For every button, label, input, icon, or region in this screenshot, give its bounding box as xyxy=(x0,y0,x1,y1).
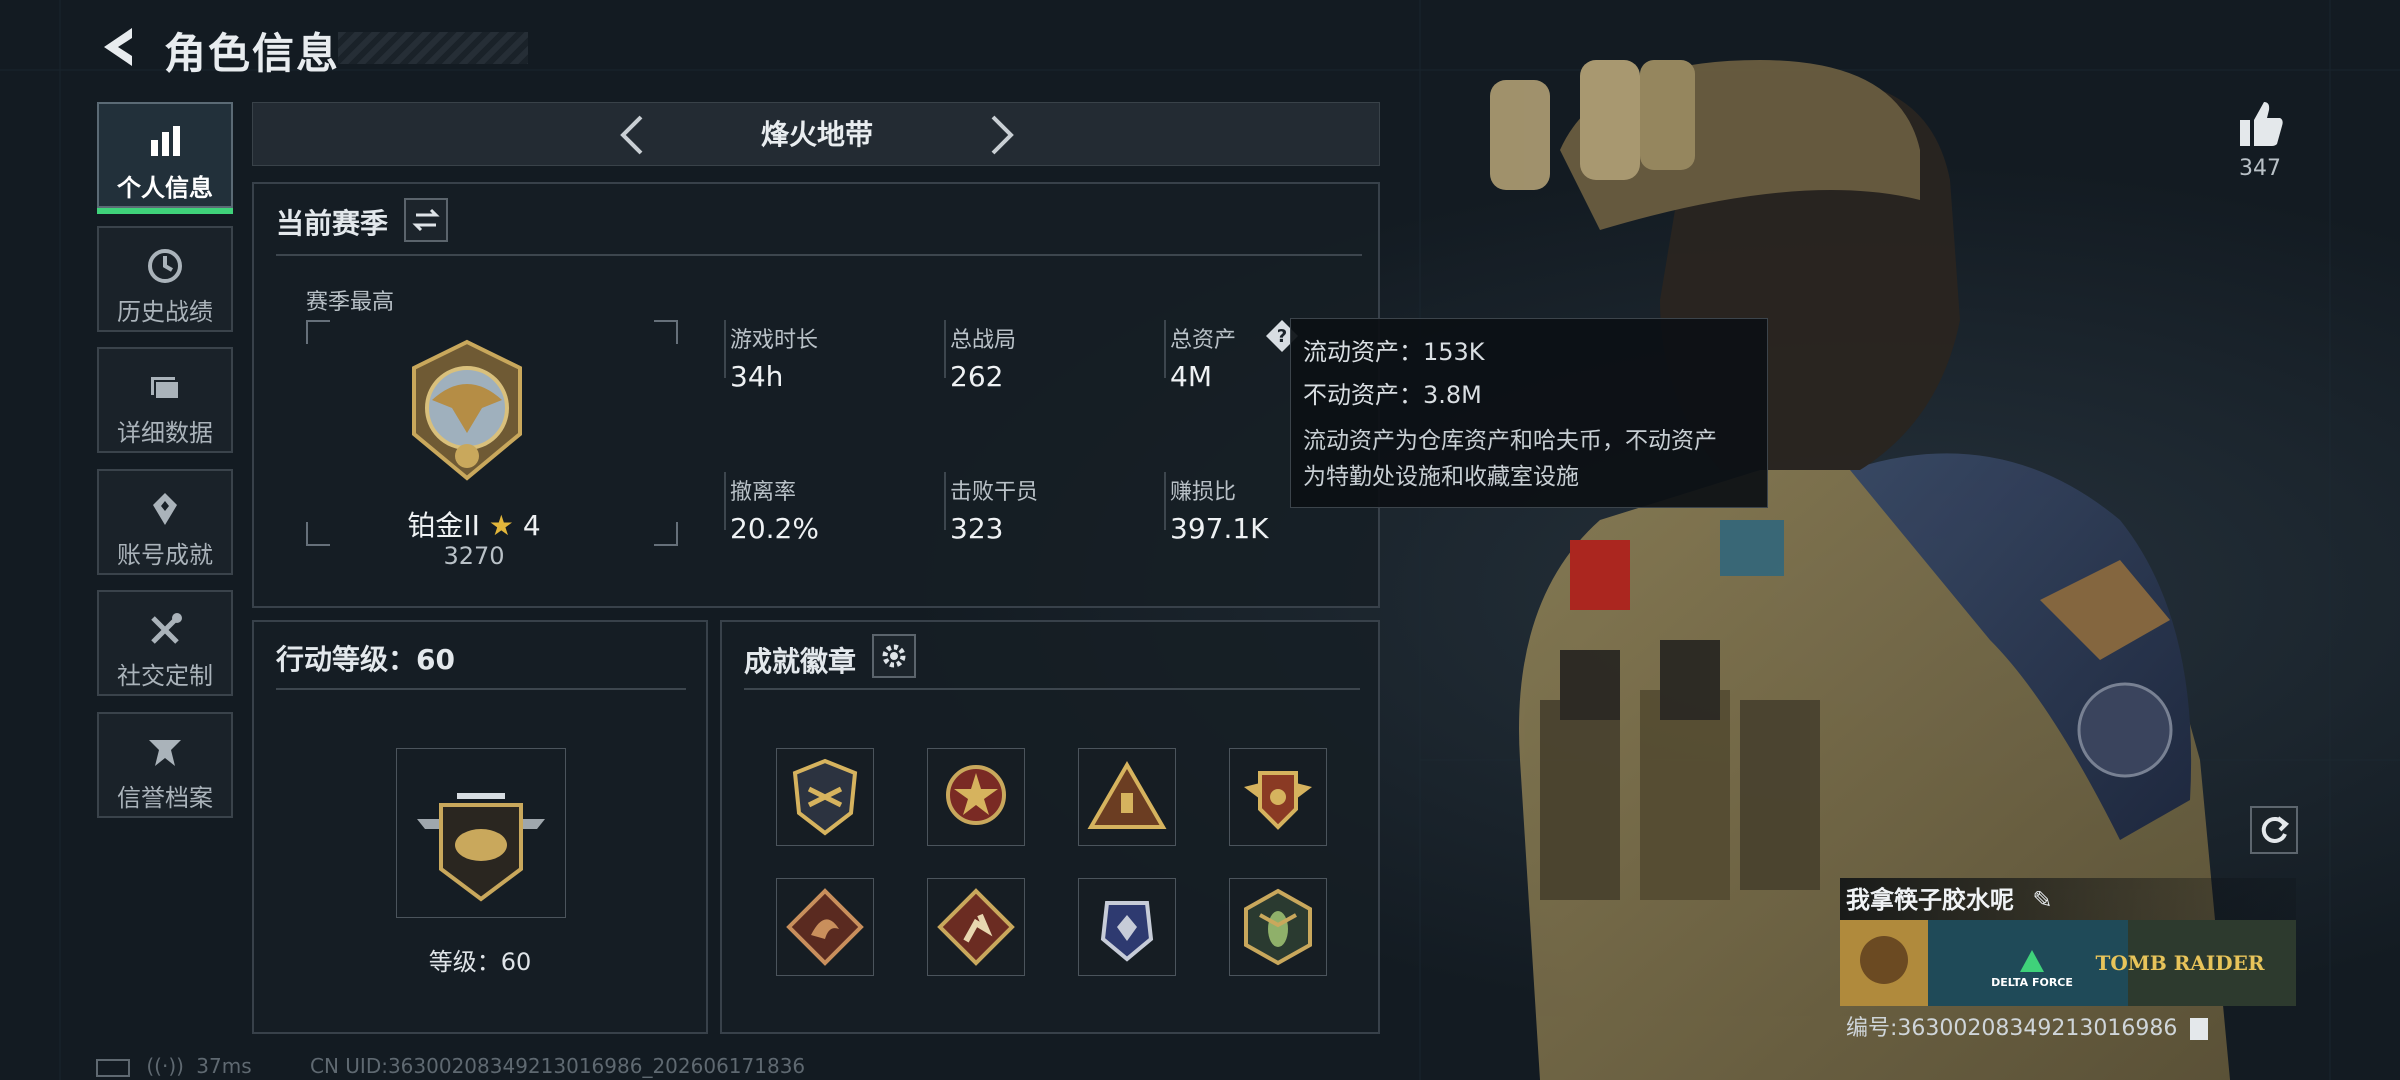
like-count: 347 xyxy=(2239,156,2281,181)
achievement-badge[interactable] xyxy=(927,748,1025,846)
stat-total-assets-value: 4M xyxy=(1170,360,1212,393)
season-best-label: 赛季最高 xyxy=(306,290,395,315)
achievement-title: 成就徽章 xyxy=(744,645,857,678)
sidebar-item-label: 账号成就 xyxy=(117,541,213,569)
mode-name: 烽火地带 xyxy=(760,118,873,151)
winged-shield-badge-icon xyxy=(1244,771,1312,830)
rank-points: 3270 xyxy=(443,542,505,570)
rank-emblem-icon xyxy=(412,339,522,481)
page-title: 角色信息 xyxy=(164,29,341,78)
stat-play-time-value: 34h xyxy=(730,360,784,393)
season-title: 当前赛季 xyxy=(276,207,389,240)
sidebar-item-label: 社交定制 xyxy=(117,662,213,690)
stat-profit-ratio-value: 397.1K xyxy=(1170,512,1269,545)
stat-total-matches-label: 总战局 xyxy=(950,328,1017,353)
season-panel: 当前赛季 赛季最高 铂金II ★ 4 3270 游戏时长 34h 总战局 262… xyxy=(252,182,1380,608)
achievement-panel: 成就徽章 xyxy=(720,620,1380,1034)
ping-text: 37ms xyxy=(196,1054,252,1078)
sidebar-item-achievements[interactable]: 账号成就 xyxy=(97,469,233,575)
rank-stars: 4 xyxy=(522,509,541,542)
rank-name-row: 铂金II ★ 4 xyxy=(354,504,594,544)
player-id-row: 编号:3630020834921301698​6 xyxy=(1846,1010,2209,1042)
sidebar-item-label: 历史战绩 xyxy=(117,298,213,326)
star-icon: ★ xyxy=(488,509,514,542)
profile-banner[interactable]: DELTA FORCE TOMB RAIDER xyxy=(1840,920,2296,1006)
stat-profit-ratio-label: 赚损比 xyxy=(1170,480,1237,505)
tooltip-description-1: 流动资产为仓库资产和哈夫币，不动资产 xyxy=(1303,428,1717,454)
crest-badge-icon xyxy=(1100,901,1154,962)
achievement-icon xyxy=(153,493,177,525)
mode-selector: 烽火地带 xyxy=(252,102,1380,166)
banner-text-delta: DELTA FORCE xyxy=(1991,976,2073,989)
tooltip-fixed-assets: 不动资产：3.8M xyxy=(1303,381,1482,409)
sidebar-item-label: 信誉档案 xyxy=(117,784,213,812)
stat-total-assets-label: 总资产 xyxy=(1170,328,1237,353)
tooltip-description-2: 为特勤处设施和收藏室设施 xyxy=(1303,464,1579,490)
sidebar-item-label: 个人信息 xyxy=(117,174,213,202)
achievement-badge[interactable] xyxy=(1078,878,1176,976)
player-name: 我拿筷子胶水呢 xyxy=(1846,886,2014,914)
achievement-badge[interactable] xyxy=(927,878,1025,976)
stat-kills-label: 击败干员 xyxy=(950,480,1039,505)
chevron-right-icon[interactable] xyxy=(981,113,1021,157)
level-text: 等级：60 xyxy=(428,948,532,976)
achievement-settings-button[interactable] xyxy=(872,634,916,678)
battery-icon xyxy=(96,1058,130,1077)
sidebar-item-history[interactable]: 历史战绩 xyxy=(97,226,233,332)
achievement-badge[interactable] xyxy=(1078,748,1176,846)
helicopter-emblem-icon xyxy=(417,793,545,902)
achievement-badge[interactable] xyxy=(1229,878,1327,976)
dragon-badge-icon xyxy=(786,888,864,966)
banner-image: DELTA FORCE TOMB RAIDER xyxy=(1840,920,2296,1006)
stat-kills-value: 323 xyxy=(950,512,1004,545)
uid-text: CN UID:36300208349213016986_202606171836 xyxy=(310,1054,806,1078)
stat-extract-rate-label: 撤离率 xyxy=(730,480,797,505)
achievement-badge[interactable] xyxy=(776,748,874,846)
stat-total-matches-value: 262 xyxy=(950,360,1004,393)
history-clock-icon xyxy=(148,249,182,283)
copy-icon[interactable] xyxy=(2190,1018,2209,1040)
player-id: 编号:3630020834921301698​6 xyxy=(1846,1016,2178,1041)
edit-icon[interactable]: ✎ xyxy=(2032,886,2052,914)
thumbs-up-icon[interactable] xyxy=(2232,96,2288,152)
sidebar-item-label: 详细数据 xyxy=(117,419,213,447)
tooltip-liquid-assets: 流动资产：153K xyxy=(1303,338,1485,366)
swap-arrows-icon xyxy=(412,208,440,232)
player-name-row: 我拿筷子胶水呢 ✎ xyxy=(1846,880,2052,915)
achievement-badge[interactable] xyxy=(776,878,874,976)
rank-name: 铂金II xyxy=(407,509,480,542)
folder-icon xyxy=(151,377,180,400)
wasp-badge-icon xyxy=(1244,888,1312,966)
action-level-title: 行动等级：60 xyxy=(276,643,455,676)
action-level-panel: 行动等级：60 等级：60 xyxy=(252,620,708,1034)
back-arrow-icon[interactable] xyxy=(96,22,146,72)
svg-text:?: ? xyxy=(1277,326,1287,347)
star-cross-badge-icon xyxy=(946,765,1006,825)
level-emblem-frame xyxy=(396,748,566,918)
triangle-badge-icon xyxy=(1087,761,1167,829)
sidebar-item-reputation[interactable]: 信誉档案 xyxy=(97,712,233,818)
runner-badge-icon xyxy=(937,888,1015,966)
sidebar-item-personal-info[interactable]: 个人信息 xyxy=(97,102,233,214)
reputation-icon xyxy=(149,740,181,766)
sidebar-item-detail-data[interactable]: 详细数据 xyxy=(97,347,233,453)
assets-tooltip: 流动资产：153K 不动资产：3.8M 流动资产为仓库资产和哈夫币，不动资产 为… xyxy=(1290,318,1768,508)
tools-icon xyxy=(151,613,182,644)
title-decoration xyxy=(338,32,528,64)
stat-extract-rate-value: 20.2% xyxy=(730,512,819,545)
achievement-badge[interactable] xyxy=(1229,748,1327,846)
sidebar-item-social[interactable]: 社交定制 xyxy=(97,590,233,696)
season-swap-button[interactable] xyxy=(404,198,448,242)
gear-icon xyxy=(882,644,906,668)
refresh-icon xyxy=(2261,816,2290,843)
wifi-icon: ((·)) xyxy=(146,1054,184,1078)
shield-badge-icon xyxy=(792,758,858,836)
bar-chart-icon xyxy=(151,126,180,156)
banner-text-tomb: TOMB RAIDER xyxy=(2095,951,2264,975)
stat-play-time-label: 游戏时长 xyxy=(730,328,819,353)
status-bar: ((·)) 37ms xyxy=(96,1054,252,1078)
refresh-button[interactable] xyxy=(2250,806,2298,854)
